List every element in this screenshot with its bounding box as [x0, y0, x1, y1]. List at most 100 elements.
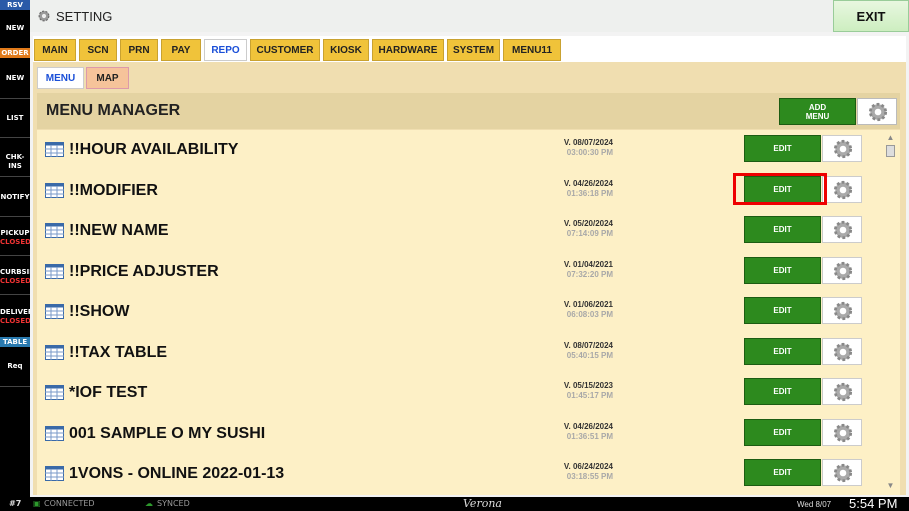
- menu-version: V. 04/26/2024: [563, 421, 613, 431]
- list-item: *IOF TEST V. 05/15/2023 01:45:17 PM EDIT: [37, 373, 877, 413]
- highlight-box: [733, 173, 827, 205]
- settings-button[interactable]: [857, 98, 897, 125]
- tab-repo[interactable]: REPO: [204, 39, 247, 61]
- sidebar-item-pickup[interactable]: PICKUP CLOSED: [0, 229, 31, 247]
- scrollbar[interactable]: ▲ ▼: [884, 132, 897, 493]
- section-title: MENU MANAGER: [46, 102, 181, 119]
- edit-button[interactable]: EDIT: [744, 256, 821, 284]
- add-menu-label: ADD: [808, 103, 827, 112]
- menu-version: V. 08/07/2024: [563, 138, 613, 147]
- settings-button[interactable]: [822, 418, 862, 446]
- top-bar: SETTING EXIT: [30, 0, 909, 32]
- tab-system[interactable]: SYSTEM: [447, 39, 500, 61]
- gear-icon: [833, 463, 853, 483]
- settings-button[interactable]: [822, 216, 862, 243]
- sidebar-order-header: ORDER: [0, 48, 30, 58]
- sidebar-item-list[interactable]: LIST: [0, 114, 30, 123]
- status-bar: #7 ▣ CONNECTED ☁ SYNCED Verona Wed 8/07 …: [0, 496, 909, 511]
- location-name: Verona: [463, 497, 502, 510]
- menu-timestamp: 01:36:51 PM: [566, 431, 613, 441]
- sidebar-item-req[interactable]: Req: [0, 362, 30, 371]
- exit-button[interactable]: EXIT: [833, 0, 909, 32]
- menu-name: !!TAX TABLE: [69, 343, 168, 361]
- edit-button[interactable]: EDIT: [744, 216, 821, 243]
- edit-button[interactable]: EDIT: [744, 337, 821, 365]
- gear-icon: [833, 301, 853, 321]
- sidebar-item-notify[interactable]: NOTIFY: [0, 193, 30, 202]
- tab-kiosk[interactable]: KIOSK: [323, 39, 369, 61]
- status-clock: 5:54 PM: [849, 496, 898, 511]
- divider: [0, 98, 30, 99]
- sidebar-item-rsv-new[interactable]: NEW: [0, 24, 30, 33]
- settings-button[interactable]: [822, 256, 862, 284]
- gear-icon: [833, 220, 853, 240]
- settings-button[interactable]: [822, 135, 862, 162]
- table-icon: [45, 425, 64, 441]
- gear-icon: [833, 180, 853, 199]
- edit-button[interactable]: EDIT: [744, 459, 821, 486]
- menu-timestamp: 07:32:20 PM: [566, 269, 613, 279]
- settings-button[interactable]: [822, 459, 862, 486]
- menu-timestamp: 03:00:30 PM: [566, 148, 613, 157]
- menu-timestamp: 07:14:09 PM: [566, 229, 613, 238]
- content-panel: MENU MAP MENU MANAGER ADD MENU !!HOUR AV…: [33, 62, 906, 495]
- edit-button[interactable]: EDIT: [744, 418, 821, 446]
- tab-hardware[interactable]: HARDWARE: [372, 39, 444, 61]
- scroll-down-arrow-icon[interactable]: ▼: [885, 481, 896, 490]
- menu-version: V. 04/26/2024: [563, 178, 613, 188]
- settings-button[interactable]: [822, 297, 862, 324]
- table-icon: [45, 466, 64, 481]
- sidebar-item-chk-ins[interactable]: CHK-INS: [0, 153, 30, 171]
- sidebar-item-curbside[interactable]: CURBSID CLOSED: [0, 268, 35, 286]
- settings-button[interactable]: [822, 175, 862, 203]
- edit-button[interactable]: EDIT: [744, 378, 821, 405]
- gear-icon: [868, 102, 888, 122]
- list-item: !!NEW NAME V. 05/20/2024 07:14:09 PM EDIT: [37, 211, 877, 251]
- scroll-up-arrow-icon[interactable]: ▲: [885, 133, 896, 142]
- page-title: SETTING: [56, 9, 113, 24]
- left-sidebar: RSV NEW ORDER NEW LIST CHK-INS NOTIFY PI…: [0, 0, 35, 497]
- table-icon: [45, 304, 64, 319]
- table-icon: [45, 385, 64, 400]
- menu-name: !!HOUR AVAILABILITY: [69, 141, 239, 158]
- cloud-icon: ☁: [145, 499, 153, 508]
- connected-icon: ▣: [33, 499, 41, 508]
- station-number: #7: [9, 499, 22, 508]
- sidebar-item-order-new[interactable]: NEW: [0, 74, 30, 83]
- menu-version: V. 05/20/2024: [563, 219, 613, 228]
- list-item: !!TAX TABLE V. 08/07/2024 05:40:15 PM EDIT: [37, 333, 877, 373]
- main-area: SETTING EXIT MAIN SCN PRN PAY REPO CUSTO…: [30, 0, 909, 497]
- table-icon: [45, 182, 64, 198]
- tab-scn[interactable]: SCN: [79, 39, 117, 61]
- subtab-menu[interactable]: MENU: [37, 67, 84, 89]
- list-item: !!SHOW V. 01/06/2021 06:08:03 PM EDIT: [37, 292, 877, 332]
- tab-menu11[interactable]: MENU11: [503, 39, 561, 61]
- scrollbar-thumb[interactable]: [886, 145, 895, 157]
- divider: [0, 255, 30, 256]
- divider: [0, 386, 30, 387]
- add-menu-button[interactable]: ADD MENU: [779, 98, 856, 125]
- menu-name: !!MODIFIER: [69, 181, 158, 199]
- settings-button[interactable]: [822, 378, 862, 405]
- menu-timestamp: 01:45:17 PM: [566, 391, 613, 400]
- synced-status: SYNCED: [157, 499, 190, 508]
- tab-pay[interactable]: PAY: [161, 39, 201, 61]
- edit-button[interactable]: EDIT: [744, 297, 821, 324]
- gear-icon: [833, 423, 853, 442]
- edit-button[interactable]: EDIT: [744, 135, 821, 162]
- connected-status: CONNECTED: [44, 499, 95, 508]
- settings-button[interactable]: [822, 337, 862, 365]
- tab-main[interactable]: MAIN: [34, 39, 76, 61]
- tab-customer[interactable]: CUSTOMER: [250, 39, 320, 61]
- closed-status: CLOSED: [0, 277, 31, 285]
- sidebar-item-label: PICKUP: [0, 229, 30, 237]
- closed-status: CLOSED: [0, 238, 31, 246]
- sidebar-item-delivery[interactable]: DELIVER CLOSED: [0, 308, 33, 326]
- tab-prn[interactable]: PRN: [120, 39, 158, 61]
- menu-timestamp: 01:36:18 PM: [566, 188, 613, 198]
- sidebar-rsv-header: RSV: [0, 0, 30, 10]
- subtab-map[interactable]: MAP: [86, 67, 129, 89]
- list-item: !!PRICE ADJUSTER V. 01/04/2021 07:32:20 PM…: [37, 252, 877, 292]
- table-icon: [45, 223, 64, 238]
- add-menu-label: MENU: [805, 112, 830, 121]
